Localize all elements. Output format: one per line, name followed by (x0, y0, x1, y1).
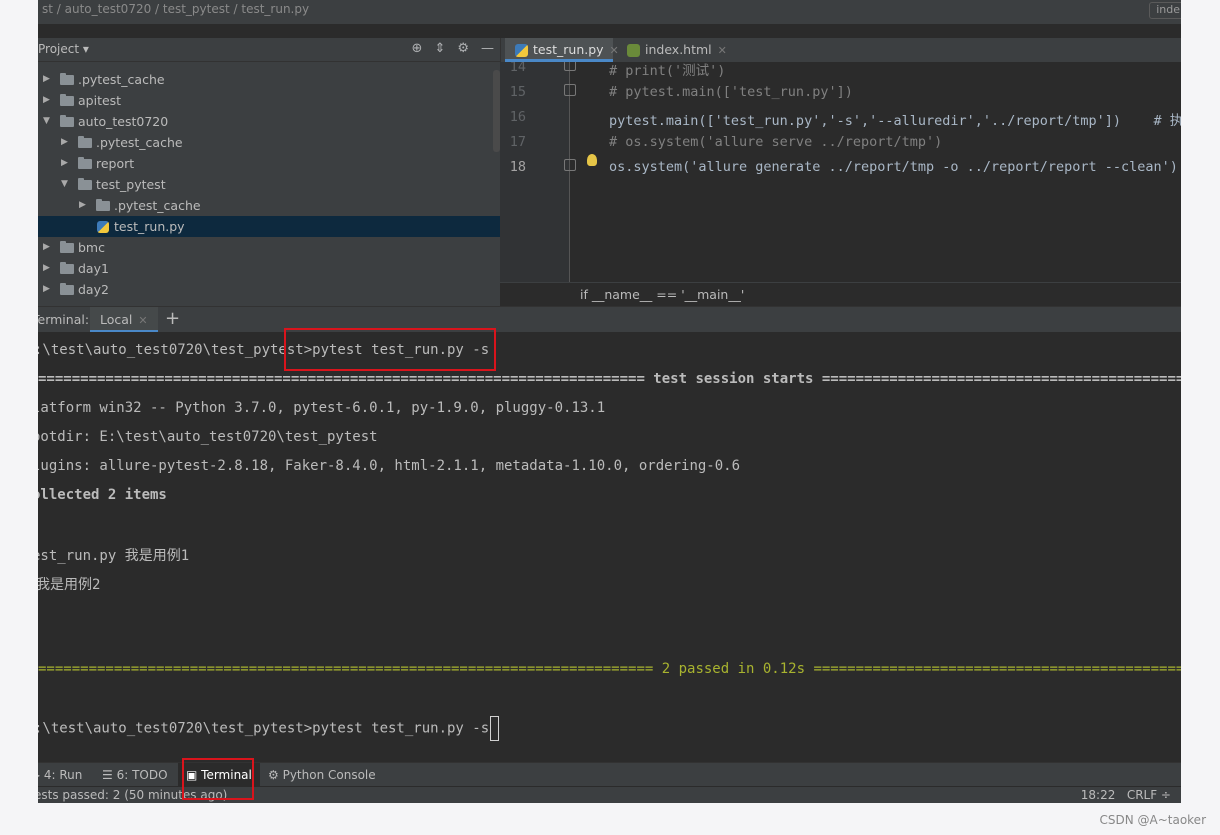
folder-icon (96, 199, 110, 211)
terminal-line: ========================================… (38, 661, 1181, 677)
ide-window: st / auto_test0720 / test_pytest / test_… (38, 0, 1181, 803)
terminal-line: latform win32 -- Python 3.7.0, pytest-6.… (38, 400, 606, 416)
chevron-right-icon[interactable]: ▶ (61, 132, 71, 153)
python-console-tool-button[interactable]: ⚙ Python Console (268, 763, 376, 787)
tree-item-selected[interactable]: test_run.py (38, 216, 500, 237)
python-console-icon: ⚙ (268, 768, 283, 782)
tree-item[interactable]: ▶ report (38, 153, 500, 174)
code-line: pytest.main(['test_run.py','-s','--allur… (609, 113, 1181, 129)
html-file-icon (627, 44, 640, 57)
chevron-down-icon[interactable]: ▼ (61, 174, 71, 195)
tree-item[interactable]: ▶ bmc (38, 237, 500, 258)
tree-scrollbar[interactable] (493, 70, 500, 152)
folder-icon (78, 178, 92, 190)
todo-tool-button[interactable]: ☰ 6: TODO (102, 763, 168, 787)
terminal-line: ootdir: E:\test\auto_test0720\test_pytes… (38, 429, 378, 445)
chevron-right-icon[interactable]: ▶ (43, 258, 53, 279)
chevron-right-icon[interactable]: ▶ (79, 195, 89, 216)
hide-panel-icon[interactable]: — (481, 41, 494, 56)
lightbulb-icon[interactable] (587, 154, 597, 166)
navigation-bar: st / auto_test0720 / test_pytest / test_… (38, 0, 1181, 24)
folder-icon (60, 115, 74, 127)
folder-icon (60, 262, 74, 274)
project-tree: ▶ .pytest_cache ▶ apitest ▼ auto_test072… (38, 62, 500, 306)
project-panel-header: Project ▾ ⊕ ⇕ ⚙ — (38, 38, 500, 62)
fold-marker-icon[interactable] (564, 84, 576, 96)
tree-item[interactable]: ▶ .pytest_cache (38, 69, 500, 90)
terminal-output[interactable]: :\test\auto_test0720\test_pytest>pytest … (38, 332, 1181, 762)
terminal-line: lugins: allure-pytest-2.8.18, Faker-8.4.… (38, 458, 741, 474)
text-cursor (490, 716, 500, 741)
editor-tabs: test_run.py ✕ index.html ✕ (500, 38, 1181, 62)
terminal-prompt-line: :\test\auto_test0720\test_pytest>pytest … (38, 716, 500, 741)
file-breadcrumb[interactable]: st / auto_test0720 / test_pytest / test_… (42, 2, 309, 16)
close-icon[interactable]: ✕ (718, 44, 727, 57)
code-line: # os.system('allure serve ../report/tmp'… (609, 134, 943, 150)
annotation-box-terminal (182, 758, 254, 800)
folder-icon (78, 157, 92, 169)
tab-local[interactable]: Local ✕ (90, 307, 158, 333)
caret-position[interactable]: 18:22 (1081, 788, 1116, 802)
close-icon[interactable]: ✕ (138, 314, 147, 327)
code-line: # print('测试') (609, 63, 726, 79)
code-editor[interactable]: 14 15 16 17 18 # print('测试') # pytest.ma… (500, 62, 1181, 282)
status-right: 18:22 CRLF ÷ (1081, 788, 1171, 802)
tree-item[interactable]: ▶ apitest (38, 90, 500, 111)
python-file-icon (515, 44, 528, 57)
chevron-right-icon[interactable]: ▶ (43, 69, 53, 90)
todo-icon: ☰ (102, 768, 117, 782)
folder-icon (60, 283, 74, 295)
folder-icon (60, 241, 74, 253)
terminal-line: ========================================… (38, 371, 1181, 387)
chevron-right-icon[interactable]: ▶ (61, 153, 71, 174)
tab-test-run-py[interactable]: test_run.py ✕ (505, 38, 619, 62)
fold-marker-icon[interactable] (564, 62, 576, 71)
python-file-icon (97, 221, 109, 233)
tree-item[interactable]: ▶ day2 (38, 279, 500, 300)
locate-icon[interactable]: ⊕ (412, 41, 423, 56)
code-line: # pytest.main(['test_run.py']) (609, 84, 853, 100)
terminal-line: 我是用例2 (38, 577, 101, 593)
collapse-all-icon[interactable]: ⇕ (434, 41, 445, 56)
folder-icon (78, 136, 92, 148)
tree-item[interactable]: ▼ test_pytest (38, 174, 500, 195)
chevron-right-icon[interactable]: ▶ (43, 90, 53, 111)
tree-item[interactable]: ▼ auto_test0720 (38, 111, 500, 132)
chevron-down-icon[interactable]: ▼ (43, 111, 53, 132)
terminal-header: Terminal: Local✕ + (38, 306, 1181, 333)
folder-icon (60, 94, 74, 106)
tab-index-html[interactable]: index.html ✕ (617, 38, 727, 62)
fold-marker-icon[interactable] (564, 159, 576, 171)
line-separator[interactable]: CRLF ÷ (1127, 788, 1171, 802)
run-config-selector[interactable]: inde (1149, 2, 1181, 19)
terminal-title: Terminal: (38, 312, 90, 327)
new-session-icon[interactable]: + (165, 308, 180, 329)
watermark: CSDN @A~taoker (1099, 813, 1206, 827)
project-view-selector[interactable]: Project ▾ (38, 42, 89, 56)
terminal-line: ollected 2 items (38, 487, 167, 503)
terminal-line: est_run.py 我是用例1 (38, 548, 190, 564)
gear-icon[interactable]: ⚙ (457, 41, 469, 56)
code-breadcrumb[interactable]: if __name__ == '__main__' (500, 282, 1181, 306)
annotation-box-command (284, 328, 496, 371)
folder-icon (60, 73, 74, 85)
tree-item[interactable]: ▶ .pytest_cache (38, 132, 500, 153)
tree-item[interactable]: ▶ .pytest_cache (38, 195, 500, 216)
run-tool-button[interactable]: ▸ 4: Run (38, 763, 82, 787)
chevron-right-icon[interactable]: ▶ (43, 237, 53, 258)
code-line: os.system('allure generate ../report/tmp… (609, 159, 1178, 175)
line-gutter: 14 15 16 17 18 (500, 62, 576, 282)
tree-item[interactable]: ▶ day1 (38, 258, 500, 279)
chevron-right-icon[interactable]: ▶ (43, 279, 53, 300)
